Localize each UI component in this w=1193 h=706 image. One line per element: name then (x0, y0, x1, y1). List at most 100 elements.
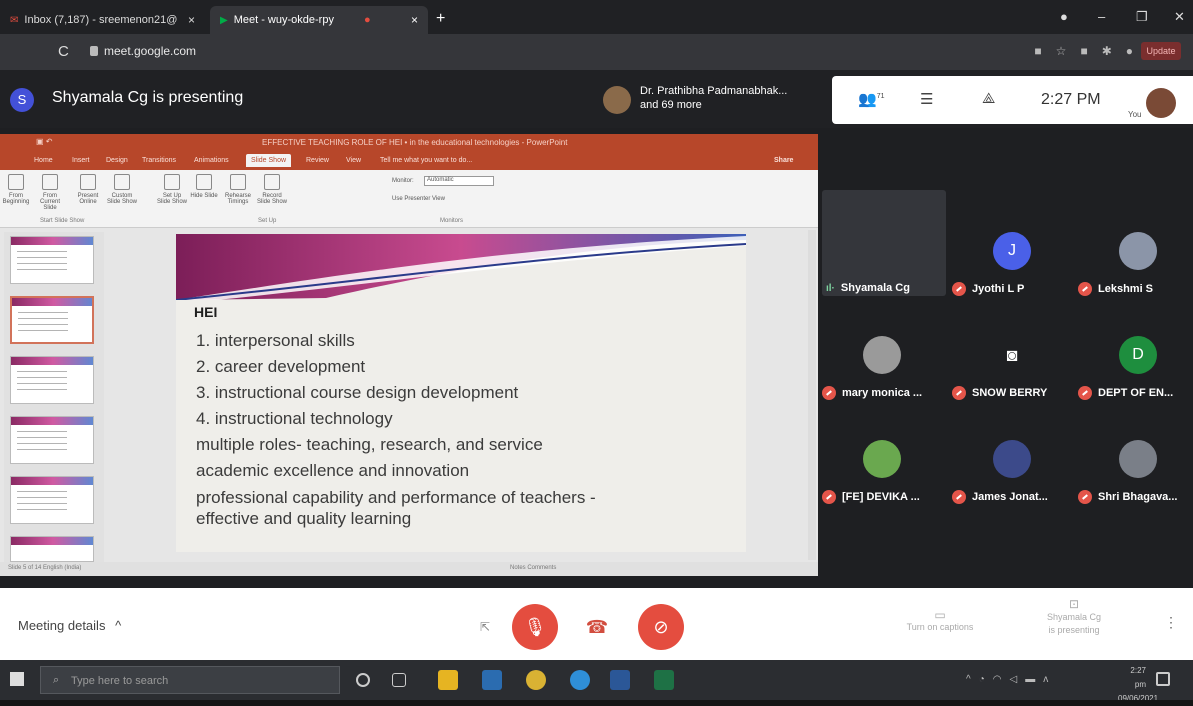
slide-thumbnail[interactable] (10, 416, 94, 464)
battery-icon[interactable]: ▬ (1025, 674, 1035, 685)
speaking-icon: ıl· (826, 282, 835, 294)
chevron-up-icon[interactable]: ^ (966, 674, 971, 685)
slide-thumbnail[interactable] (10, 236, 94, 284)
ppt-share-button[interactable]: Share (774, 157, 793, 164)
camera-toggle-button[interactable]: ⊘ (638, 604, 684, 650)
taskbar-search[interactable]: ⌕ (40, 666, 340, 694)
chrome-icon[interactable] (526, 670, 546, 690)
activities-icon[interactable]: ⟁ (982, 90, 995, 107)
profile-icon[interactable]: ● (1060, 9, 1068, 24)
slide-scrollbar[interactable] (808, 230, 816, 560)
meeting-details-button[interactable]: Meeting details ^ (18, 618, 121, 633)
more-options-button[interactable]: ⋮ (1164, 614, 1178, 631)
slide-thumbnail[interactable] (10, 476, 94, 524)
presenter-view-checkbox[interactable]: Use Presenter View (392, 196, 445, 202)
excel-icon[interactable] (654, 670, 674, 690)
leave-call-button[interactable]: ☎ (574, 604, 620, 650)
hide-slide-button[interactable]: Hide Slide (188, 174, 220, 199)
ppt-tab-home[interactable]: Home (34, 157, 53, 164)
wifi-icon[interactable]: ◠ (993, 674, 1002, 685)
puzzle-icon[interactable]: ✱ (1102, 44, 1112, 58)
host-info[interactable]: Dr. Prathibha Padmanabhak... and 69 more (640, 84, 787, 112)
participant-tile[interactable]: D DEPT OF EN... (1074, 324, 1193, 424)
windows-start-icon[interactable] (10, 672, 24, 686)
rehearse-timings-button[interactable]: Rehearse Timings (222, 174, 254, 205)
slide-header-graphic (176, 234, 746, 300)
mic-off-icon (1078, 490, 1092, 504)
from-current-slide-button[interactable]: From Current Slide (34, 174, 66, 211)
mouse-cursor-icon: ⇱ (480, 620, 491, 634)
ppt-tab-slide-show[interactable]: Slide Show (246, 154, 292, 167)
participant-tile[interactable]: mary monica ... (818, 324, 946, 424)
slide-thumbnail-selected[interactable] (10, 296, 94, 344)
reload-button[interactable]: C (58, 43, 69, 60)
edge-icon[interactable] (570, 670, 590, 690)
update-button[interactable]: Update (1141, 42, 1181, 60)
participant-tile[interactable]: Lekshmi S (1074, 220, 1193, 320)
cortana-icon[interactable] (356, 673, 370, 687)
minimize-button[interactable]: – (1098, 9, 1105, 24)
captions-button[interactable]: ▭ Turn on captions (895, 608, 985, 632)
language-icon[interactable]: ʌ (1043, 674, 1048, 685)
monitor-select[interactable]: Automatic (424, 176, 494, 186)
hang-up-icon: ☎ (585, 617, 609, 637)
ppt-tab-animations[interactable]: Animations (194, 157, 229, 164)
participant-name: SNOW BERRY (972, 387, 1048, 399)
ppt-tab-design[interactable]: Design (106, 157, 128, 164)
timer-icon (230, 174, 246, 190)
tab-inbox[interactable]: ✉ Inbox (7,187) - sreemenon21@ × (0, 6, 205, 34)
url-field[interactable]: meet.google.com (90, 44, 196, 58)
close-window-button[interactable]: ✕ (1174, 9, 1185, 25)
camera-icon[interactable]: ■ (1034, 44, 1041, 58)
participant-tile[interactable]: ◙ SNOW BERRY (948, 324, 1076, 424)
tab-meet[interactable]: ▶ Meet - wuy-okde-rpy ● × (210, 6, 428, 34)
avatar-icon[interactable]: ● (1126, 44, 1133, 58)
task-view-icon[interactable] (392, 673, 406, 687)
ppt-tab-transitions[interactable]: Transitions (142, 157, 176, 164)
maximize-button[interactable]: ❐ (1136, 9, 1148, 25)
slide-thumbnail[interactable] (10, 536, 94, 562)
save-icon[interactable]: ▣ ↶ (36, 137, 52, 146)
close-tab-icon[interactable]: × (188, 13, 195, 27)
star-icon[interactable]: ☆ (1056, 44, 1067, 58)
ppt-tab-review[interactable]: Review (306, 157, 329, 164)
participant-tile[interactable]: J Jyothi L P (948, 220, 1076, 320)
present-online-button[interactable]: Present Online (72, 174, 104, 205)
tab-title: Inbox (7,187) - sreemenon21@ (24, 14, 178, 26)
search-input[interactable] (71, 673, 331, 689)
ppt-tab-view[interactable]: View (346, 157, 361, 164)
presenting-button[interactable]: ⊡ Shyamala Cg is presenting (1032, 598, 1116, 637)
extension-icon[interactable]: ■ (1080, 44, 1087, 58)
recording-dot-icon: ● (363, 14, 371, 26)
participant-name: Lekshmi S (1098, 283, 1154, 295)
set-up-slide-show-button[interactable]: Set Up Slide Show (156, 174, 188, 205)
notes-comments[interactable]: Notes Comments (510, 565, 556, 571)
close-tab-icon[interactable]: × (411, 13, 418, 27)
participant-tile[interactable]: [FE] DEVIKA ... (818, 428, 946, 528)
url-text: meet.google.com (104, 44, 197, 58)
people-icon[interactable]: 👥71 (858, 90, 884, 108)
ppt-tell-me[interactable]: Tell me what you want to do... (380, 157, 472, 164)
notification-icon[interactable] (1156, 672, 1170, 686)
chat-icon[interactable]: ☰ (920, 90, 933, 108)
store-icon[interactable] (482, 670, 502, 690)
windows-taskbar: ⌕ ^ ◔ ◠ ◁ ▬ ʌ 2:27 pm 09/06/2021 (0, 660, 1193, 703)
hide-slide-icon (196, 174, 212, 190)
participant-tile[interactable]: James Jonat... (948, 428, 1076, 528)
participant-tile[interactable]: ıl· Shyamala Cg (822, 220, 950, 320)
file-explorer-icon[interactable] (438, 670, 458, 690)
participant-tile[interactable]: Shri Bhagava... (1074, 428, 1193, 528)
slide-line: multiple roles- teaching, research, and … (196, 435, 543, 454)
network-icon[interactable]: ◔ (979, 674, 985, 685)
custom-slide-show-button[interactable]: Custom Slide Show (106, 174, 138, 205)
volume-icon[interactable]: ◁ (1009, 674, 1017, 685)
slide-thumbnail[interactable] (10, 356, 94, 404)
slide-count: Slide 5 of 14 English (India) (8, 565, 82, 571)
record-slide-show-button[interactable]: Record Slide Show (256, 174, 288, 205)
participant-avatar: J (993, 232, 1031, 270)
word-icon[interactable] (610, 670, 630, 690)
new-tab-button[interactable]: + (436, 10, 445, 28)
mic-toggle-button[interactable]: 🎙 (512, 604, 558, 650)
from-beginning-button[interactable]: From Beginning (0, 174, 32, 205)
ppt-tab-insert[interactable]: Insert (72, 157, 90, 164)
